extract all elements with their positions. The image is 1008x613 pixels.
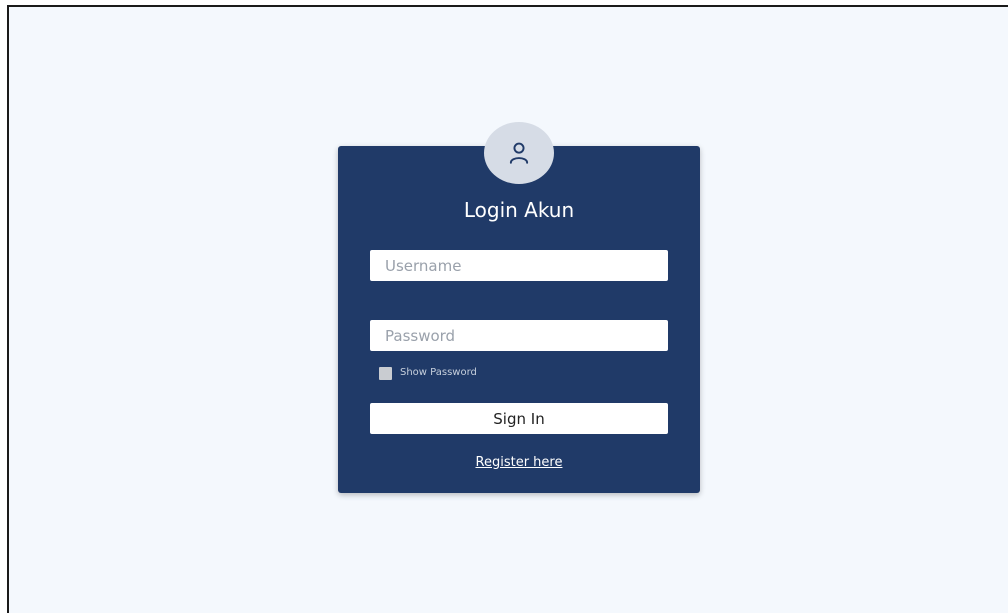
login-title: Login Akun — [463, 198, 575, 222]
show-password-checkbox[interactable] — [379, 366, 392, 380]
sign-in-button[interactable]: Sign In — [370, 403, 668, 434]
avatar — [484, 122, 554, 184]
password-input[interactable] — [370, 320, 668, 351]
user-icon — [509, 142, 529, 164]
username-input[interactable] — [370, 250, 668, 281]
register-link[interactable]: Register here — [338, 454, 700, 472]
show-password-row[interactable]: Show Password — [379, 366, 477, 380]
show-password-label: Show Password — [400, 367, 477, 378]
